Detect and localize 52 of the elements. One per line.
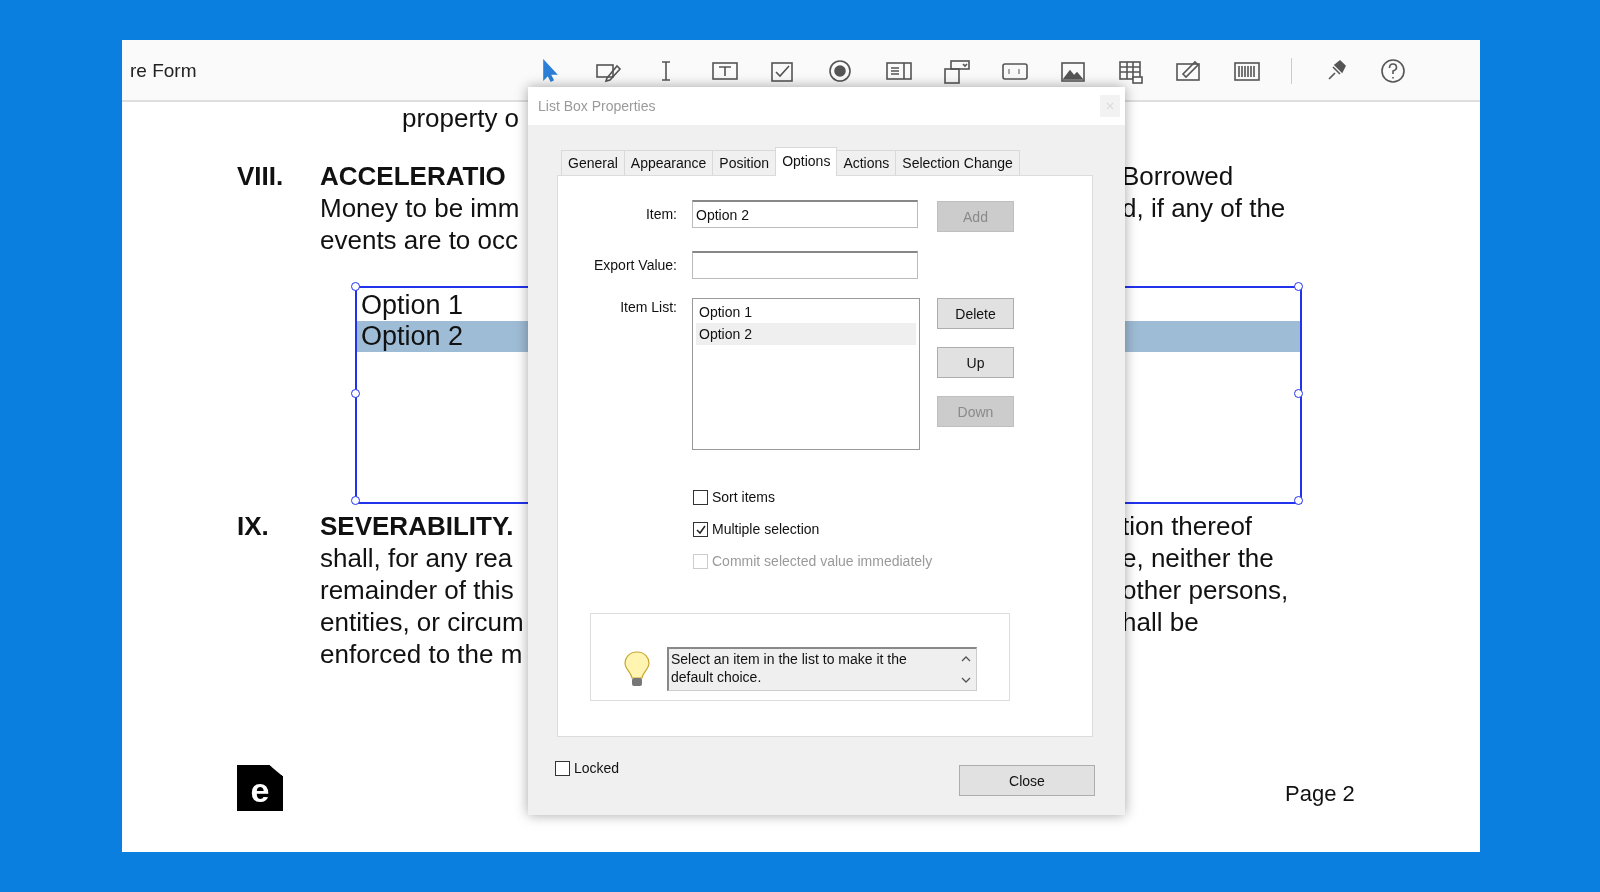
checkbox[interactable] bbox=[693, 489, 708, 505]
document-text: Money to be imm bbox=[320, 192, 521, 224]
document-text: other persons, bbox=[1122, 574, 1290, 606]
checkbox-label: Commit selected value immediately bbox=[712, 553, 933, 569]
resize-handle[interactable] bbox=[1294, 389, 1303, 398]
dropdown-icon[interactable] bbox=[943, 58, 971, 84]
checkbox-label: Locked bbox=[574, 760, 620, 776]
logo: e bbox=[237, 765, 283, 811]
tab[interactable]: General bbox=[561, 150, 625, 175]
checkbox-label: Multiple selection bbox=[712, 521, 820, 537]
checkbox[interactable] bbox=[693, 521, 708, 537]
scroll-down-icon[interactable] bbox=[961, 675, 971, 684]
document-text: events are to occ bbox=[320, 224, 519, 256]
document-text: property o bbox=[401, 102, 521, 134]
scroll-up-icon[interactable] bbox=[961, 655, 971, 664]
tab[interactable]: Selection Change bbox=[895, 150, 1020, 175]
list-item[interactable]: Option 2 bbox=[696, 323, 916, 345]
resize-handle[interactable] bbox=[351, 282, 360, 291]
dialog-title: List Box Properties bbox=[538, 98, 656, 114]
hint-text: Select an item in the list to make it the default choice. bbox=[670, 650, 908, 687]
table-icon[interactable] bbox=[1117, 58, 1145, 84]
resize-handle[interactable] bbox=[351, 496, 360, 505]
button[interactable]: Up bbox=[937, 347, 1014, 378]
field-label: Export Value: bbox=[593, 256, 677, 275]
field-label: Item: bbox=[644, 205, 677, 224]
page-number: Page 2 bbox=[1284, 781, 1356, 807]
document-text: remainder of this bbox=[320, 574, 515, 606]
input-field[interactable]: Option 2 bbox=[692, 200, 918, 228]
resize-handle[interactable] bbox=[1294, 496, 1303, 505]
help-icon[interactable] bbox=[1380, 58, 1408, 84]
section-number: VIII. bbox=[237, 160, 285, 192]
item-list[interactable]: Option 1 Option 2 bbox=[692, 298, 920, 450]
section-number: IX. bbox=[237, 510, 270, 542]
close-button[interactable]: Close bbox=[959, 765, 1095, 796]
field-label: Item List: bbox=[619, 298, 677, 316]
lightbulb-icon bbox=[621, 650, 653, 688]
resize-handle[interactable] bbox=[351, 389, 360, 398]
document-text: enforced to the m bbox=[320, 638, 524, 670]
document-title: re Form bbox=[129, 60, 198, 82]
section-heading: ACCELERATIO bbox=[320, 160, 507, 192]
section-heading: SEVERABILITY. bbox=[320, 510, 515, 542]
list-item[interactable]: Option 1 bbox=[696, 301, 916, 323]
check-icon bbox=[694, 523, 707, 535]
document-text: entities, or circum bbox=[320, 606, 525, 638]
checkbox[interactable] bbox=[555, 760, 570, 776]
checkbox-label: Sort items bbox=[712, 489, 775, 505]
document-text: shall, for any rea bbox=[320, 542, 514, 574]
tab[interactable]: Options bbox=[775, 147, 838, 176]
document-text: Borrowed bbox=[1122, 160, 1235, 192]
input-field[interactable] bbox=[692, 251, 918, 279]
button[interactable]: Delete bbox=[937, 298, 1014, 329]
resize-handle[interactable] bbox=[1294, 282, 1303, 291]
